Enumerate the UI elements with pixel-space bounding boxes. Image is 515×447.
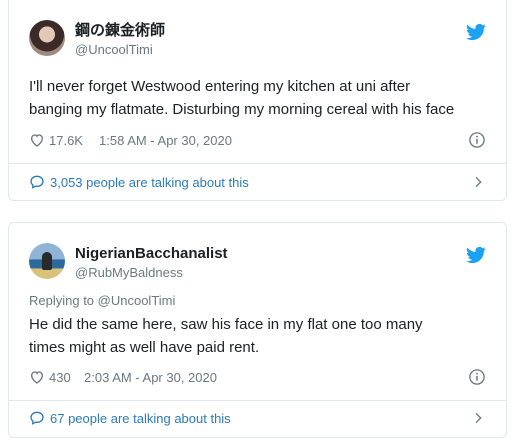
speech-bubble-icon xyxy=(30,411,44,425)
tweet-meta: 17.6K 1:58 AM - Apr 30, 2020 xyxy=(29,131,486,151)
chevron-right-icon[interactable] xyxy=(470,410,486,426)
tweet-meta: 430 2:03 AM - Apr 30, 2020 xyxy=(29,368,486,388)
tweet-text: He did the same here, saw his face in my… xyxy=(29,313,488,359)
twitter-bird-icon[interactable] xyxy=(466,22,486,42)
info-icon[interactable] xyxy=(468,368,486,386)
tweet-text-line: I'll never forget Westwood entering my k… xyxy=(29,78,411,95)
like-count[interactable]: 430 xyxy=(49,370,71,385)
tweet-text: I'll never forget Westwood entering my k… xyxy=(29,75,488,121)
chevron-right-icon[interactable] xyxy=(470,174,486,190)
handle[interactable]: @UncoolTimi xyxy=(75,41,165,58)
talking-link[interactable]: 67 people are talking about this xyxy=(29,409,486,429)
tweet-card-1: 鋼の錬金術師 @UncoolTimi I'll never forget Wes… xyxy=(8,0,507,201)
tweet-card-2: NigerianBacchanalist @RubMyBaldness Repl… xyxy=(8,222,507,438)
heart-icon[interactable] xyxy=(29,369,45,385)
avatar[interactable] xyxy=(29,20,65,56)
tweet-text-line: times might as well have paid rent. xyxy=(29,339,260,356)
timestamp[interactable]: 2:03 AM - Apr 30, 2020 xyxy=(84,370,217,385)
avatar[interactable] xyxy=(29,243,65,279)
divider xyxy=(9,163,506,164)
tweet-text-line: He did the same here, saw his face in my… xyxy=(29,316,423,333)
heart-icon[interactable] xyxy=(29,132,45,148)
talking-label[interactable]: 3,053 people are talking about this xyxy=(50,175,249,190)
talking-label[interactable]: 67 people are talking about this xyxy=(50,411,231,426)
info-icon[interactable] xyxy=(468,131,486,149)
display-name[interactable]: NigerianBacchanalist xyxy=(75,244,228,263)
handle[interactable]: @RubMyBaldness xyxy=(75,264,228,281)
divider xyxy=(9,400,506,401)
author-names[interactable]: NigerianBacchanalist @RubMyBaldness xyxy=(75,244,228,281)
reply-context[interactable]: Replying to @UncoolTimi xyxy=(29,293,175,308)
talking-link[interactable]: 3,053 people are talking about this xyxy=(29,173,486,193)
tweet-header: 鋼の錬金術師 @UncoolTimi xyxy=(29,20,486,60)
tweet-header: NigerianBacchanalist @RubMyBaldness xyxy=(29,243,486,283)
timestamp[interactable]: 1:58 AM - Apr 30, 2020 xyxy=(99,133,232,148)
display-name[interactable]: 鋼の錬金術師 xyxy=(75,21,165,40)
like-count[interactable]: 17.6K xyxy=(49,133,83,148)
author-names[interactable]: 鋼の錬金術師 @UncoolTimi xyxy=(75,21,165,58)
speech-bubble-icon xyxy=(30,175,44,189)
tweet-text-line: banging my flatmate. Disturbing my morni… xyxy=(29,101,455,118)
twitter-bird-icon[interactable] xyxy=(466,245,486,265)
